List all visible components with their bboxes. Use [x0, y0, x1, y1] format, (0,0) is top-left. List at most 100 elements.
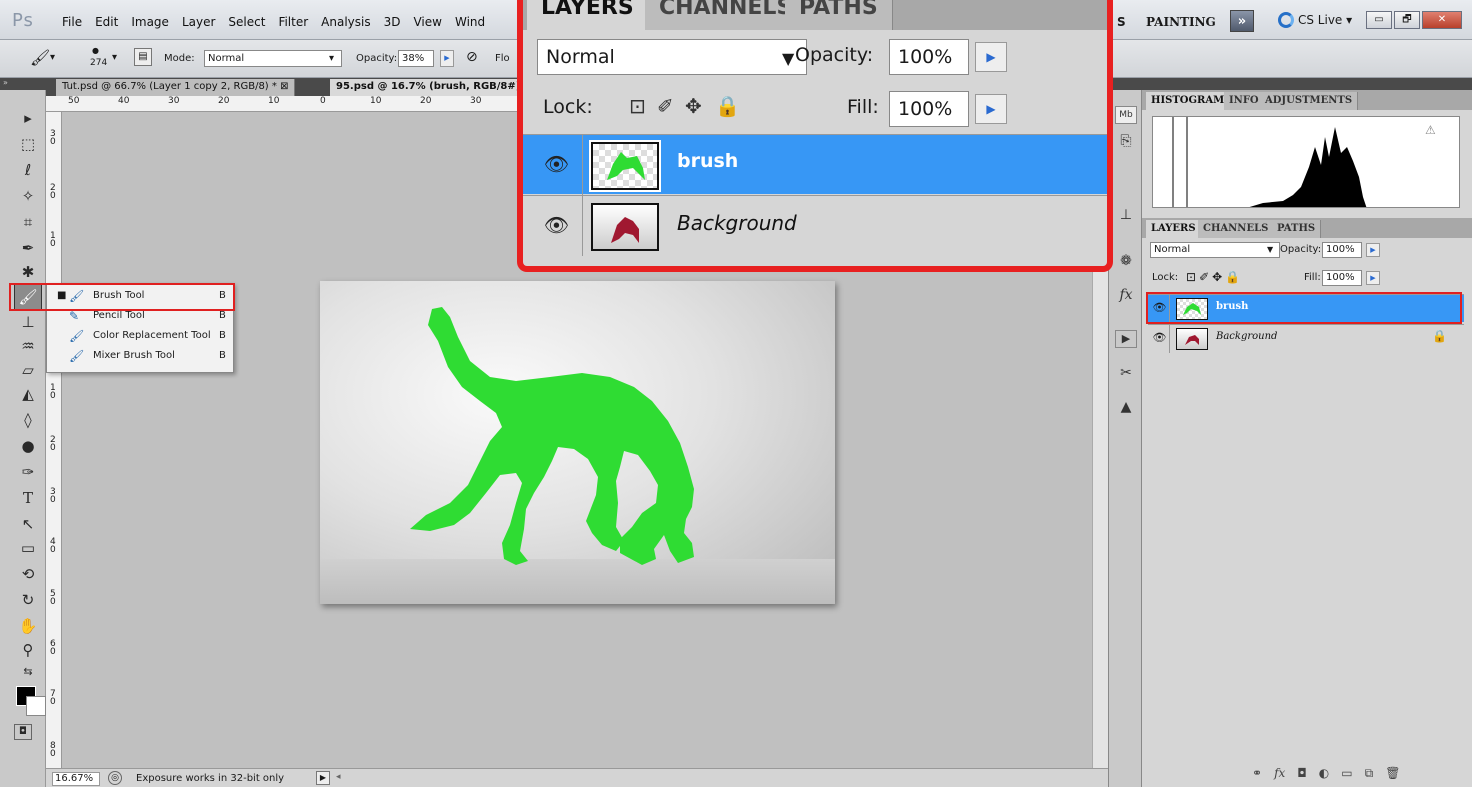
workspace-painting[interactable]: PAINTING — [1146, 15, 1216, 29]
tab-adjustments[interactable]: ADJUSTMENTS — [1260, 92, 1359, 110]
workspace-partial-label[interactable]: S — [1117, 15, 1126, 29]
tab-95-psd[interactable]: 95.psd @ 16.7% (brush, RGB/8#) — [330, 79, 527, 96]
move-tool-icon[interactable]: ▸ — [18, 108, 38, 128]
tab-channels[interactable]: CHANNELS — [1198, 220, 1275, 238]
3d-rotate-tool-icon[interactable]: ⟲ — [18, 564, 38, 584]
zoomed-lock-image-icon[interactable]: ✐ — [657, 94, 674, 118]
menu-edit[interactable]: Edit — [95, 15, 118, 29]
adjustment-layer-icon[interactable]: ◐ — [1319, 766, 1329, 781]
fill-slider-arrow-icon[interactable]: ▶ — [1366, 271, 1380, 285]
lock-image-icon[interactable]: ✐ — [1199, 270, 1212, 284]
clone-source-icon[interactable]: ⊥ — [1115, 204, 1137, 226]
status-info-icon[interactable]: ◎ — [108, 771, 122, 785]
tab-paths[interactable]: PATHS — [1272, 220, 1322, 238]
zoomed-visibility-eye-icon[interactable]: 👁 — [531, 135, 583, 195]
blur-tool-icon[interactable]: ◊ — [18, 410, 38, 430]
actions-play-icon[interactable]: ▶ — [1115, 330, 1137, 348]
zoomed-fill-input[interactable]: 100% — [889, 91, 969, 127]
healing-tool-icon[interactable]: ✱ — [18, 262, 38, 282]
fx-icon[interactable]: fx — [1115, 284, 1137, 306]
preset-dropdown-icon[interactable]: ▾ — [50, 52, 55, 63]
flyout-color-replacement-tool[interactable]: 🖌 Color Replacement Tool B — [47, 326, 233, 346]
layer-style-icon[interactable]: fx — [1274, 766, 1285, 781]
shape-tool-icon[interactable]: ▭ — [18, 538, 38, 558]
opacity-input[interactable]: 38% — [398, 50, 434, 67]
history-icon[interactable]: ⎘ — [1115, 130, 1137, 152]
mode-select[interactable]: Normal ▾ — [204, 50, 342, 67]
menu-filter[interactable]: Filter — [278, 15, 308, 29]
zoomed-layer-name[interactable]: Background — [677, 211, 797, 235]
styles-icon[interactable]: ❁ — [1115, 250, 1137, 272]
lock-position-icon[interactable]: ✥ — [1212, 270, 1225, 284]
lock-transparent-icon[interactable]: ⊡ — [1186, 270, 1199, 284]
zoomed-lock-transparent-icon[interactable]: ⊡ — [629, 94, 646, 118]
opacity-slider-arrow-icon[interactable]: ▶ — [1366, 243, 1380, 257]
workspace-more-button[interactable]: » — [1230, 10, 1254, 32]
hand-tool-icon[interactable]: ✋ — [18, 616, 38, 636]
scroll-left-icon[interactable]: ◂ — [336, 772, 341, 782]
dodge-tool-icon[interactable]: ● — [18, 436, 38, 456]
brush-panel-toggle-icon[interactable]: ▤ — [134, 48, 152, 66]
zoomed-opacity-arrow-icon[interactable]: ▶ — [975, 42, 1007, 72]
visibility-eye-icon[interactable]: 👁 — [1150, 325, 1170, 353]
status-menu-arrow-icon[interactable]: ▶ — [316, 771, 330, 785]
quick-mask-icon[interactable]: ◘ — [14, 724, 32, 740]
menu-analysis[interactable]: Analysis — [321, 15, 370, 29]
zoomed-tab-channels[interactable]: CHANNELS — [645, 0, 808, 30]
layer-mask-icon[interactable]: ◘ — [1297, 766, 1307, 781]
zoomed-blend-mode-select[interactable]: Normal ▼ — [537, 39, 807, 75]
crop-tool-icon[interactable]: ⌗ — [18, 212, 38, 232]
stamp-tool-icon[interactable]: ⊥ — [18, 312, 38, 332]
menu-3d[interactable]: 3D — [384, 15, 401, 29]
flyout-mixer-brush-tool[interactable]: 🖌 Mixer Brush Tool B — [47, 346, 233, 366]
minimize-button[interactable]: ▭ — [1366, 11, 1392, 29]
restore-button[interactable]: 🗗 — [1394, 11, 1420, 29]
menu-window[interactable]: Wind — [455, 15, 485, 29]
layer-name[interactable]: Background — [1216, 331, 1277, 342]
delete-layer-icon[interactable]: 🗑 — [1385, 766, 1400, 781]
zoomed-tab-layers[interactable]: LAYERS — [527, 0, 649, 30]
menu-select[interactable]: Select — [228, 15, 265, 29]
zoomed-layer-row-brush[interactable]: 👁 brush — [523, 134, 1107, 195]
quick-select-tool-icon[interactable]: ✧ — [18, 186, 38, 206]
eraser-tool-icon[interactable]: ▱ — [18, 360, 38, 380]
zoomed-layer-row-background[interactable]: 👁 Background — [523, 195, 1107, 256]
cs-live-menu[interactable]: CS Live ▾ — [1278, 12, 1352, 28]
menu-layer[interactable]: Layer — [182, 15, 215, 29]
swap-colors-icon[interactable]: ⇆ — [18, 662, 38, 682]
tab-info[interactable]: INFO — [1224, 92, 1265, 110]
lasso-tool-icon[interactable]: ℓ — [18, 160, 38, 180]
menu-image[interactable]: Image — [131, 15, 169, 29]
3d-orbit-tool-icon[interactable]: ↻ — [18, 590, 38, 610]
tab-histogram[interactable]: HISTOGRAM — [1146, 92, 1231, 110]
mini-bridge-icon[interactable]: Mb — [1115, 106, 1137, 124]
new-layer-icon[interactable]: ⧉ — [1365, 766, 1374, 781]
opacity-arrow-button[interactable]: ▶ — [440, 50, 454, 67]
zoomed-lock-position-icon[interactable]: ✥ — [685, 94, 702, 118]
path-select-tool-icon[interactable]: ↖ — [18, 514, 38, 534]
pen-tool-icon[interactable]: ✑ — [18, 462, 38, 482]
history-brush-tool-icon[interactable]: ♒ — [18, 336, 38, 356]
close-button[interactable]: ✕ — [1422, 11, 1462, 29]
link-layers-icon[interactable]: ⚭ — [1252, 766, 1262, 781]
zoom-tool-icon[interactable]: ⚲ — [18, 640, 38, 660]
zoomed-lock-all-icon[interactable]: 🔒 — [715, 94, 740, 118]
layer-row-background[interactable]: 👁 Background 🔒 — [1148, 324, 1464, 353]
brush-preset-icon[interactable]: 🖌 — [30, 48, 50, 67]
document-image[interactable] — [320, 281, 835, 604]
type-tool-icon[interactable]: T — [18, 488, 38, 508]
zoomed-fill-arrow-icon[interactable]: ▶ — [975, 94, 1007, 124]
bucket-tool-icon[interactable]: ◭ — [18, 384, 38, 404]
tab-layers[interactable]: LAYERS — [1146, 220, 1202, 238]
pressure-opacity-icon[interactable]: ⊘ — [466, 49, 478, 65]
layer-opacity-input[interactable]: 100% — [1322, 242, 1362, 258]
layer-blend-mode-select[interactable]: Normal ▼ — [1150, 242, 1280, 258]
zoomed-layer-name[interactable]: brush — [677, 150, 738, 172]
tools-presets-icon[interactable]: ✂ — [1115, 362, 1137, 384]
zoomed-visibility-eye-icon[interactable]: 👁 — [531, 196, 583, 256]
zoomed-opacity-input[interactable]: 100% — [889, 39, 969, 75]
tab-tut-psd[interactable]: Tut.psd @ 66.7% (Layer 1 copy 2, RGB/8) … — [56, 79, 296, 96]
background-color-swatch[interactable] — [26, 696, 46, 716]
zoomed-tab-paths[interactable]: PATHS — [785, 0, 893, 30]
fill-input[interactable]: 100% — [1322, 270, 1362, 286]
